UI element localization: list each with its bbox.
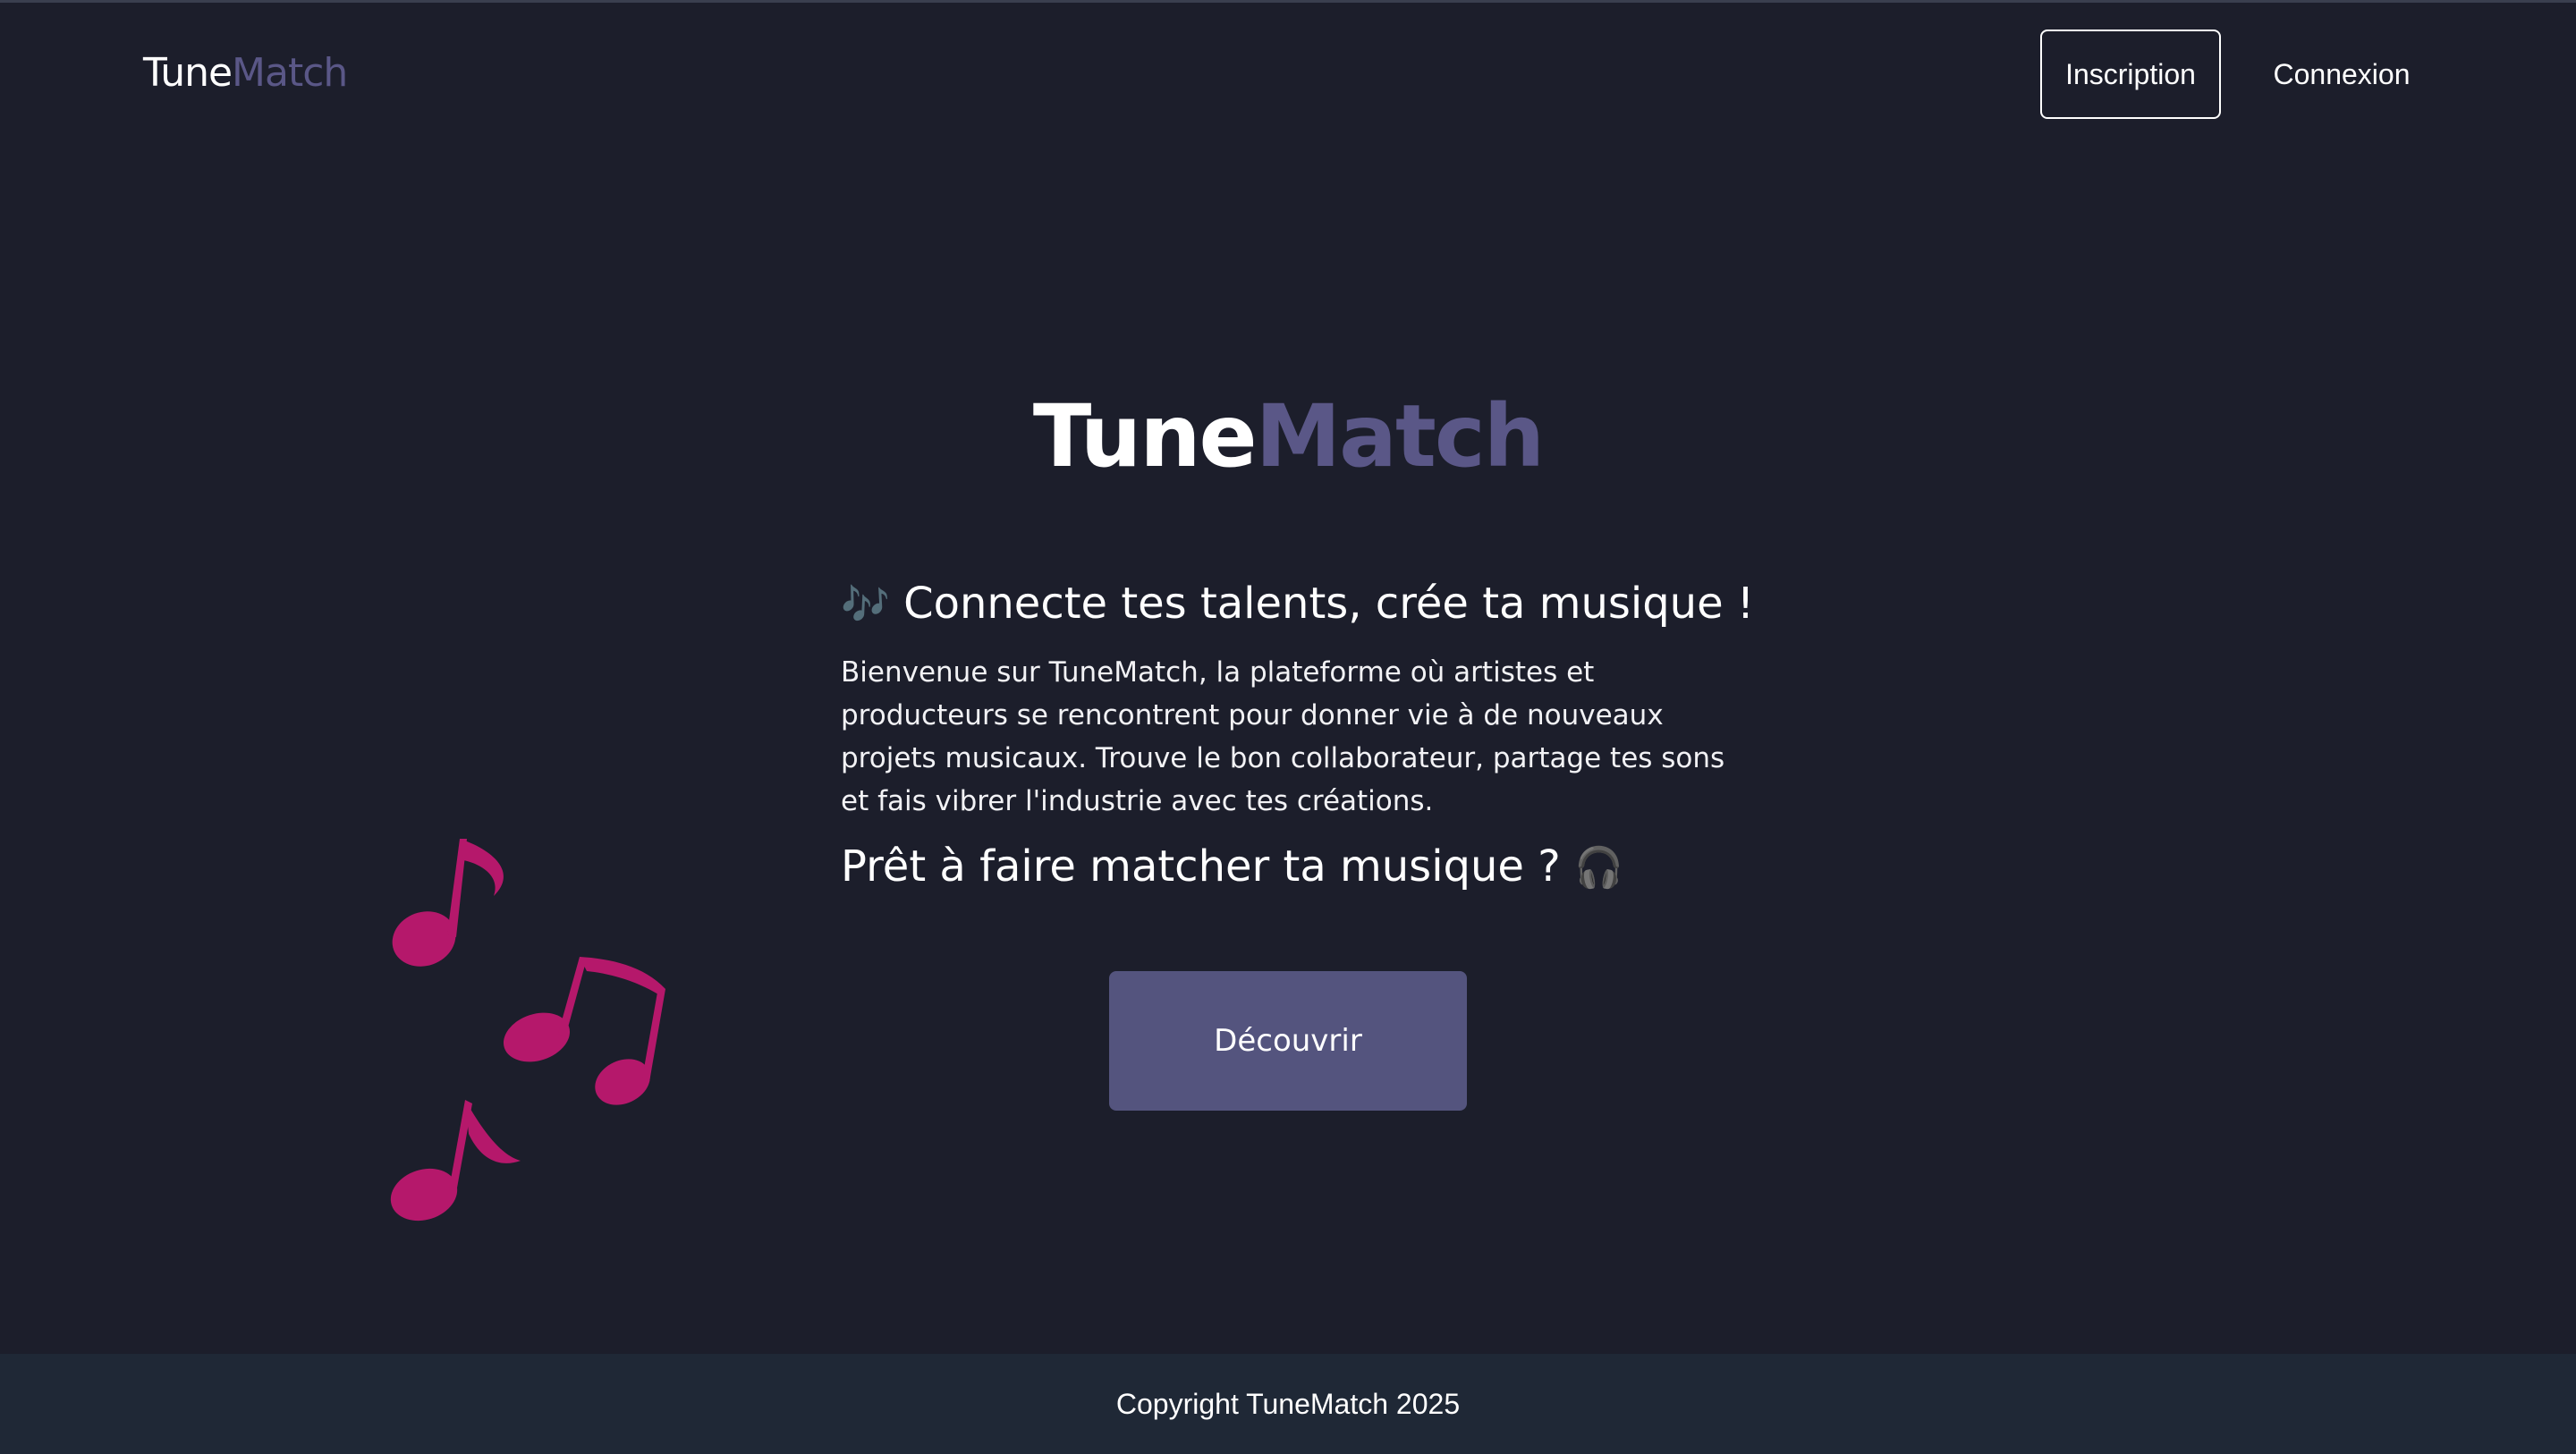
copyright-text: Copyright TuneMatch 2025	[1115, 1387, 1461, 1420]
footer: Copyright TuneMatch 2025	[0, 1354, 2576, 1454]
logo-part-tune: Tune	[143, 50, 233, 96]
headphones-emoji-icon: 🎧	[1573, 845, 1623, 891]
hero-title-match: Match	[1255, 386, 1545, 486]
logo-part-match: Match	[232, 50, 348, 96]
music-notes-emoji-icon: 🎶	[841, 582, 890, 628]
inscription-button[interactable]: Inscription	[2040, 30, 2221, 119]
header-logo[interactable]: TuneMatch	[143, 46, 348, 100]
tagline: 🎶 Connecte tes talents, crée ta musique …	[841, 563, 1754, 646]
discover-button[interactable]: Découvrir	[1109, 971, 1467, 1111]
hero-content: 🎶 Connecte tes talents, crée ta musique …	[841, 563, 1754, 909]
hero-title: TuneMatch	[0, 383, 2576, 490]
discover-label: Découvrir	[1214, 1023, 1362, 1059]
cta-question: Prêt à faire matcher ta musique ? 🎧	[841, 826, 1735, 909]
cta-question-text: Prêt à faire matcher ta musique ?	[841, 841, 1561, 892]
inscription-label: Inscription	[2065, 57, 2196, 90]
intro-paragraph: Bienvenue sur TuneMatch, la plateforme o…	[841, 656, 1725, 817]
music-notes-icon	[390, 839, 665, 1222]
hero-title-tune: Tune	[1032, 386, 1258, 486]
connexion-button[interactable]: Connexion	[2245, 30, 2438, 119]
tagline-text: Connecte tes talents, crée ta musique !	[903, 579, 1755, 629]
connexion-label: Connexion	[2273, 57, 2411, 90]
top-border	[0, 0, 2576, 3]
